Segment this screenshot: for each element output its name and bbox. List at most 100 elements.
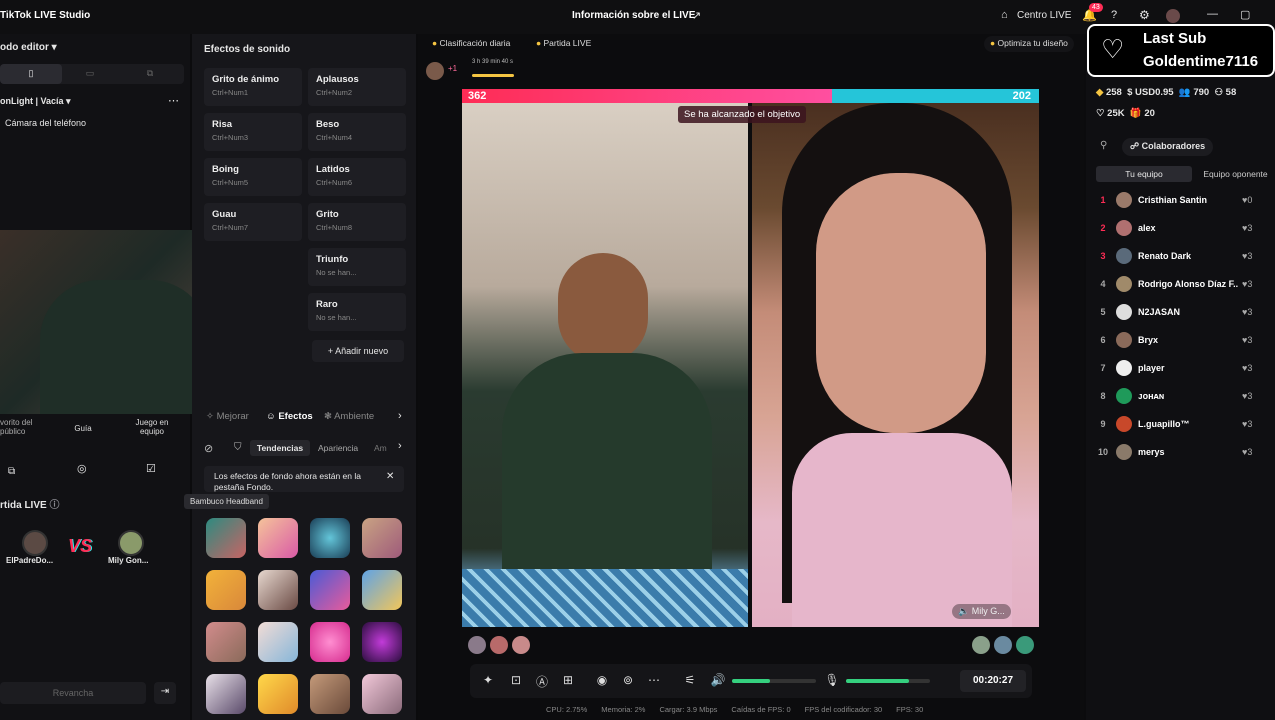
tool-favorites[interactable]: vorito del público xyxy=(0,418,40,436)
tab-my-team[interactable]: Tu equipo xyxy=(1096,166,1192,182)
copy-icon[interactable]: ⧉ xyxy=(8,466,15,477)
effect-thumb[interactable] xyxy=(206,570,246,610)
no-effect-icon[interactable]: ⊘ xyxy=(204,442,213,455)
sound-button-10[interactable]: Raro No se han... xyxy=(308,293,406,331)
tab-opponent-team[interactable]: Equipo oponente xyxy=(1196,166,1275,182)
checklist-icon[interactable]: ☑ xyxy=(146,462,156,475)
mute-icon[interactable]: 🔈 xyxy=(958,606,969,616)
tab-effects[interactable]: ☺ Efectos xyxy=(266,411,313,422)
effect-thumb[interactable] xyxy=(310,622,350,662)
effect-thumb[interactable] xyxy=(362,518,402,558)
subtab-trending[interactable]: Tendencias xyxy=(250,440,310,456)
ranking-row[interactable]: 8 ᴊᴏʜᴀɴ ♥3 xyxy=(1096,387,1275,407)
minimize-icon[interactable]: — xyxy=(1207,8,1218,20)
volume-slider[interactable] xyxy=(732,679,816,683)
effect-thumb[interactable] xyxy=(362,570,402,610)
tab-enhance[interactable]: ✧ Mejorar xyxy=(206,411,249,422)
tab-ambient[interactable]: ❃ Ambiente xyxy=(324,411,374,422)
live-match-chip[interactable]: ● Partida LIVE xyxy=(530,36,597,52)
volume-icon[interactable]: 🔊 xyxy=(710,673,726,687)
opponent-avatar[interactable] xyxy=(118,530,144,556)
maximize-icon[interactable]: ▢ xyxy=(1240,8,1250,21)
share-icon[interactable]: ↗ xyxy=(692,9,701,22)
sound-button-3[interactable]: Risa Ctrl+Num3 xyxy=(204,113,302,151)
ranking-row[interactable]: 1 Cristhian Santin ♥0 xyxy=(1096,191,1275,211)
sound-button-5[interactable]: Boing Ctrl+Num5 xyxy=(204,158,302,196)
tool-team-game[interactable]: Juego en equipo xyxy=(128,418,176,436)
ai-icon[interactable]: Ⓐ xyxy=(534,673,550,690)
effect-thumb[interactable] xyxy=(310,570,350,610)
rematch-button[interactable]: Revancha xyxy=(0,682,146,704)
ranking-row[interactable]: 6 Bryx ♥3 xyxy=(1096,331,1275,351)
collaborators-button[interactable]: ☍ Colaboradores xyxy=(1122,138,1214,156)
split-icon[interactable]: ⧉ xyxy=(130,68,170,79)
sound-button-9[interactable]: Triunfo No se han... xyxy=(308,248,406,286)
flame-icon: ● xyxy=(432,38,438,48)
live-info-title[interactable]: Información sobre el LIVE xyxy=(572,10,695,21)
sound-button-4[interactable]: Beso Ctrl+Num4 xyxy=(308,113,406,151)
close-icon[interactable]: ✕ xyxy=(386,471,394,482)
effect-thumb[interactable] xyxy=(258,518,298,558)
effect-thumb[interactable] xyxy=(206,674,246,714)
effect-thumb[interactable] xyxy=(362,674,402,714)
gear-icon[interactable]: ⚙ xyxy=(1139,8,1150,22)
mic-slider[interactable] xyxy=(846,679,930,683)
effect-thumb[interactable] xyxy=(258,622,298,662)
add-source-icon[interactable]: ⊞ xyxy=(560,673,576,687)
help-icon[interactable]: ? xyxy=(1111,9,1117,21)
ranking-score: 3 xyxy=(1247,335,1253,345)
tool-guide[interactable]: Guía xyxy=(70,424,96,433)
effect-thumb[interactable] xyxy=(310,674,350,714)
record-icon[interactable]: ◉ xyxy=(594,673,610,687)
exit-icon[interactable]: ⇥ xyxy=(154,682,176,704)
add-sound-button[interactable]: + Añadir nuevo xyxy=(312,340,404,362)
ranking-row[interactable]: 9 L.guapillo™ ♥3 xyxy=(1096,415,1275,435)
sound-button-7[interactable]: Guau Ctrl+Num7 xyxy=(204,203,302,241)
sound-button-6[interactable]: Latidos Ctrl+Num6 xyxy=(308,158,406,196)
scene-selector[interactable]: onLight | Vacía ▾ xyxy=(0,96,71,107)
more-icon[interactable]: ⋯ xyxy=(168,94,179,107)
subtab-appearance[interactable]: Apariencia xyxy=(318,443,358,453)
effect-thumb[interactable] xyxy=(206,518,246,558)
mixer-icon[interactable]: ⚟ xyxy=(682,673,698,687)
centro-live-button[interactable]: Centro LIVE xyxy=(1017,10,1071,21)
layout-icon[interactable]: ⊡ xyxy=(508,673,524,687)
camera-switch-icon[interactable]: ⊚ xyxy=(620,673,636,687)
more-controls-icon[interactable]: ⋯ xyxy=(646,673,662,687)
effect-thumb[interactable] xyxy=(310,518,350,558)
orientation-toggle[interactable]: ▯ ▭ ⧉ xyxy=(0,64,184,84)
effect-thumb[interactable] xyxy=(362,622,402,662)
ranking-row[interactable]: 5 N2JASAN ♥3 xyxy=(1096,303,1275,323)
target-icon[interactable]: ◎ xyxy=(77,462,87,475)
landscape-icon[interactable]: ▭ xyxy=(70,68,110,79)
info-icon[interactable]: ⓘ xyxy=(49,500,59,511)
ranking-row[interactable]: 4 Rodrigo Alonso Díaz F... ♥3 xyxy=(1096,275,1275,295)
mic-icon[interactable]: 🎙 xyxy=(824,673,840,687)
sound-button-1[interactable]: Grito de ánimo Ctrl+Num1 xyxy=(204,68,302,106)
portrait-icon[interactable]: ▯ xyxy=(0,64,62,84)
sound-button-2[interactable]: Aplausos Ctrl+Num2 xyxy=(308,68,406,106)
mode-selector[interactable]: odo editor ▾ xyxy=(0,42,57,53)
subtab-chevron-icon[interactable]: › xyxy=(398,440,402,452)
ranking-row[interactable]: 10 merys ♥3 xyxy=(1096,443,1275,463)
ranking-row[interactable]: 3 Renato Dark ♥3 xyxy=(1096,247,1275,267)
optimize-design-button[interactable]: ● Optimiza tu diseño xyxy=(984,36,1074,52)
daily-ranking-chip[interactable]: ● Clasificación diaria xyxy=(426,36,516,52)
host-avatar[interactable] xyxy=(22,530,48,556)
ranking-score: 3 xyxy=(1247,363,1253,373)
effect-thumb[interactable] xyxy=(258,570,298,610)
magic-icon[interactable]: ✦ xyxy=(480,673,496,687)
effect-thumb[interactable] xyxy=(258,674,298,714)
camera-source[interactable]: Cámara del teléfono xyxy=(5,118,86,128)
effect-thumb[interactable] xyxy=(206,622,246,662)
ranking-row[interactable]: 2 alex ♥3 xyxy=(1096,219,1275,239)
add-person-icon[interactable]: ⚲ xyxy=(1100,140,1107,151)
bookmark-icon[interactable]: ⛉ xyxy=(234,442,242,453)
chevron-right-icon[interactable]: › xyxy=(398,410,402,422)
subtab-more[interactable]: Am xyxy=(374,443,387,453)
ranking-row[interactable]: 7 player ♥3 xyxy=(1096,359,1275,379)
live-match-title: rtida LIVE ⓘ xyxy=(0,496,59,511)
last-sub-label: Last Sub xyxy=(1143,30,1207,47)
sound-button-8[interactable]: Grito Ctrl+Num8 xyxy=(308,203,406,241)
avatar[interactable] xyxy=(1166,9,1180,23)
